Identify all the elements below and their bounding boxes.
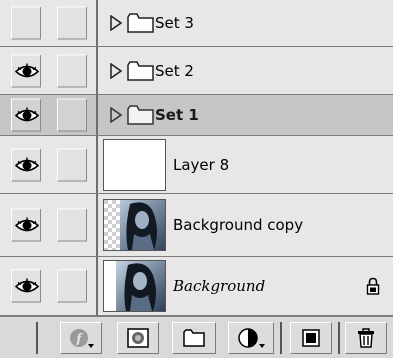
visibility-toggle[interactable]: [11, 98, 41, 132]
layer-thumbnail[interactable]: [103, 138, 166, 191]
link-toggle[interactable]: [57, 269, 87, 303]
layer-thumbnail[interactable]: [103, 260, 166, 312]
link-toggle[interactable]: [57, 148, 87, 181]
layer-name: Set 1: [155, 106, 199, 124]
folder-icon: [127, 105, 154, 125]
new-adjustment-layer-button[interactable]: [228, 322, 274, 354]
add-layer-style-button[interactable]: f: [60, 322, 102, 354]
link-toggle[interactable]: [57, 6, 87, 40]
visibility-toggle[interactable]: [11, 148, 41, 181]
column-divider: [96, 95, 98, 135]
adjustment-layer-icon: [238, 328, 265, 348]
layer-row-background-copy[interactable]: Background copy: [0, 194, 393, 257]
layer-name: Background: [173, 277, 266, 295]
column-divider: [96, 0, 98, 46]
portrait-thumbnail-image: [104, 200, 165, 250]
layer-row-background[interactable]: Background: [0, 257, 393, 316]
trash-icon: [358, 328, 374, 348]
new-set-button[interactable]: [172, 322, 216, 354]
portrait-thumbnail-image: [104, 261, 165, 311]
layer-name: Set 3: [155, 14, 194, 32]
eye-icon: [15, 278, 39, 293]
column-divider: [96, 136, 98, 193]
visibility-toggle[interactable]: [11, 208, 41, 242]
layer-name: Layer 8: [173, 155, 230, 174]
new-set-icon: [183, 329, 205, 347]
layers-panel: Set 3 Set 2 Set 1 Layer 8 Background cop…: [0, 0, 393, 358]
new-layer-button[interactable]: [290, 322, 332, 354]
expand-triangle-icon[interactable]: [110, 15, 122, 31]
eye-icon: [15, 63, 39, 77]
column-divider: [96, 47, 98, 94]
toolbar-separator: [280, 322, 282, 354]
layer-name: Background copy: [173, 216, 304, 234]
lock-icon: [366, 277, 380, 295]
folder-icon: [127, 60, 154, 81]
toolbar-separator: [36, 322, 38, 354]
add-layer-mask-button[interactable]: [117, 322, 159, 354]
layers-toolbar: f: [0, 316, 393, 358]
link-toggle[interactable]: [57, 208, 87, 242]
visibility-toggle[interactable]: [11, 269, 41, 303]
layer-row-layer-8[interactable]: Layer 8: [0, 136, 393, 194]
layer-row-set-2[interactable]: Set 2: [0, 47, 393, 95]
layer-name: Set 2: [155, 61, 194, 80]
column-divider: [96, 257, 98, 315]
delete-layer-button[interactable]: [345, 322, 387, 354]
new-layer-icon: [302, 329, 320, 347]
visibility-toggle[interactable]: [11, 6, 41, 40]
layer-style-icon: f: [70, 329, 94, 348]
eye-icon: [15, 157, 39, 171]
layer-thumbnail[interactable]: [103, 199, 166, 251]
link-toggle[interactable]: [57, 98, 87, 132]
link-toggle[interactable]: [57, 54, 87, 87]
layer-row-set-3[interactable]: Set 3: [0, 0, 393, 47]
column-divider: [96, 194, 98, 256]
eye-icon: [15, 217, 39, 232]
expand-triangle-icon[interactable]: [110, 107, 122, 123]
folder-icon: [127, 13, 154, 33]
layer-row-set-1[interactable]: Set 1: [0, 95, 393, 136]
eye-icon: [15, 107, 39, 122]
visibility-toggle[interactable]: [11, 54, 41, 87]
expand-triangle-icon[interactable]: [110, 62, 122, 79]
toolbar-separator: [338, 322, 340, 354]
layer-mask-icon: [127, 328, 149, 348]
